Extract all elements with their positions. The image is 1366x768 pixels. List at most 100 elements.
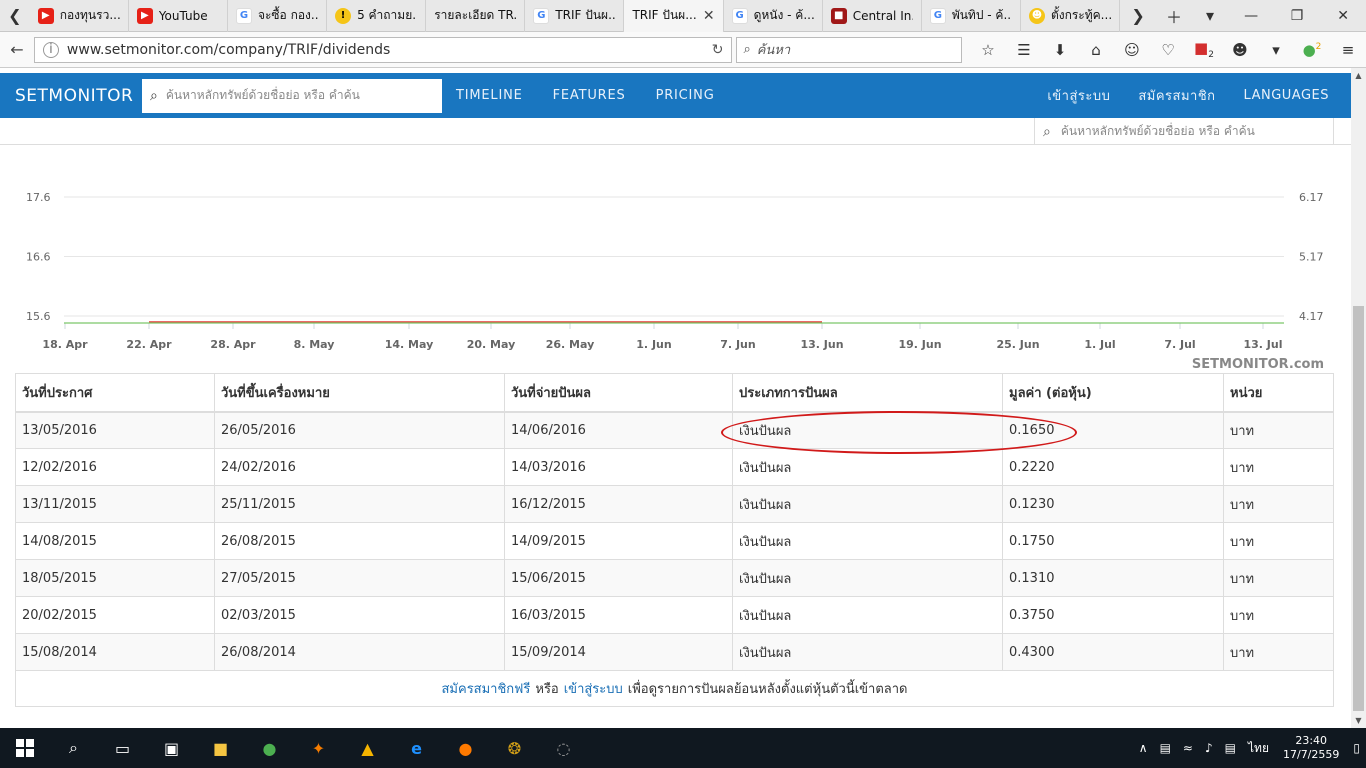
firefox-icon[interactable]: ● [441, 728, 490, 768]
restore-icon[interactable]: ❐ [1274, 8, 1320, 24]
pay-date-cell: 16/03/2015 [504, 596, 733, 634]
browser-tab[interactable]: G จะซื้อ กอง... [228, 0, 328, 32]
x-tick-label: 1. Jul [1084, 338, 1115, 351]
new-tab-icon[interactable]: ＋ [1156, 4, 1192, 28]
browser-tab[interactable]: ☻ ตั้งกระทู้ค... [1021, 0, 1121, 32]
garuda-app-icon[interactable]: ❂ [490, 728, 539, 768]
xd-date-cell: 24/02/2016 [214, 448, 505, 486]
dividend-type-cell: เงินปันผล [732, 448, 1003, 486]
action-center-icon[interactable]: ▯ [1347, 741, 1366, 755]
unit-cell: บาท [1223, 559, 1334, 597]
task-view-icon[interactable]: ▭ [98, 728, 147, 768]
nav-login[interactable]: เข้าสู่ระบบ [1047, 85, 1110, 106]
notification-icon[interactable]: ▤ [1219, 741, 1242, 755]
scroll-down-icon[interactable]: ▼ [1351, 713, 1366, 728]
avast-icon[interactable]: ✦ [294, 728, 343, 768]
browser-tab[interactable]: ▶ YouTube [129, 0, 228, 32]
extension-icon[interactable]: ●2 [1294, 41, 1330, 59]
youtube-icon: ▶ [136, 7, 153, 24]
value-cell: 0.1230 [1002, 485, 1224, 523]
tab-list-icon[interactable]: ▾ [1192, 6, 1228, 25]
browser-tab-active[interactable]: TRIF ปันผ... ✕ [624, 0, 724, 32]
signup-link[interactable]: สมัครสมาชิกฟรี [442, 678, 531, 699]
login-link[interactable]: เข้าสู่ระบบ [564, 678, 623, 699]
browser-tab[interactable]: รายละเอียด TR... [426, 0, 526, 32]
nav-pricing[interactable]: PRICING [656, 88, 715, 103]
wifi-icon[interactable]: ≈ [1177, 741, 1199, 755]
dividend-type-cell: เงินปันผล [732, 559, 1003, 597]
start-button[interactable] [0, 728, 49, 768]
scroll-thumb[interactable] [1353, 306, 1364, 711]
central-icon: ■ [830, 7, 847, 24]
minimize-icon[interactable]: — [1228, 8, 1274, 24]
nav-languages[interactable]: LANGUAGES [1244, 88, 1329, 103]
browser-search-input[interactable]: ⌕ ค้นหา [736, 36, 962, 63]
file-explorer-icon[interactable]: ■ [196, 728, 245, 768]
y-right-tick: 4.17 [1299, 310, 1324, 323]
pocket-icon[interactable]: ♡ [1150, 41, 1186, 59]
warning-app-icon[interactable]: ▲ [343, 728, 392, 768]
windows-logo-icon [15, 739, 34, 757]
bookmark-star-icon[interactable]: ☆ [970, 41, 1006, 59]
back-icon[interactable]: ← [0, 40, 34, 59]
col-unit: หน่วย [1223, 373, 1334, 413]
network-icon[interactable]: ▤ [1154, 741, 1177, 755]
pay-date-cell: 14/06/2016 [504, 411, 733, 449]
chrome-icon[interactable]: ● [245, 728, 294, 768]
close-tab-icon[interactable]: ✕ [703, 8, 715, 24]
download-icon[interactable]: ⬇ [1042, 41, 1078, 59]
unit-cell: บาท [1223, 485, 1334, 523]
menu-icon[interactable]: ≡ [1330, 41, 1366, 59]
pay-date-cell: 15/06/2015 [504, 559, 733, 597]
nav-timeline[interactable]: TIMELINE [456, 88, 523, 103]
edge-icon[interactable]: e [392, 728, 441, 768]
tab-scroll-right-icon[interactable]: ❯ [1120, 6, 1156, 25]
clock[interactable]: 23:40 17/7/2559 [1275, 734, 1347, 762]
browser-tab[interactable]: ▶ กองทุนรว... [30, 0, 129, 32]
tab-scroll-left-icon[interactable]: ❮ [0, 0, 30, 32]
search-icon[interactable]: ⌕ [49, 728, 98, 768]
url-bar[interactable]: i www.setmonitor.com/company/TRIF/divide… [33, 36, 733, 63]
close-window-icon[interactable]: ✕ [1320, 8, 1366, 24]
browser-tab[interactable]: G ดูหนัง - ค้... [724, 0, 823, 32]
browser-tab[interactable]: G พันทิป - ค้... [922, 0, 1021, 32]
circle-app-icon[interactable]: ◌ [539, 728, 588, 768]
browser-tab[interactable]: G TRIF ปันผ... [525, 0, 625, 32]
language-indicator[interactable]: ไทย [1242, 739, 1275, 758]
col-xd-date: วันที่ขึ้นเครื่องหมาย [214, 373, 505, 413]
signup-note: สมัครสมาชิกฟรี หรือ เข้าสู่ระบบ เพื่อดูร… [15, 671, 1334, 707]
page-scrollbar[interactable]: ▲ ▼ [1351, 68, 1366, 728]
nav-signup[interactable]: สมัครสมาชิก [1138, 85, 1215, 106]
col-pay-date: วันที่จ่ายปันผล [504, 373, 733, 413]
sub-search-input[interactable]: ⌕ ค้นหาหลักทรัพย์ด้วยชื่อย่อ หรือ คำค้น [1034, 118, 1334, 145]
reload-icon[interactable]: ↻ [712, 42, 724, 58]
value-cell: 0.3750 [1002, 596, 1224, 634]
browser-tab[interactable]: ! 5 คำถามย... [327, 0, 427, 32]
dividend-table: วันที่ประกาศ วันที่ขึ้นเครื่องหมาย วันที… [15, 373, 1334, 671]
monkey-addon-icon[interactable]: ☻ [1222, 41, 1258, 59]
url-text[interactable]: www.setmonitor.com/company/TRIF/dividend… [67, 42, 390, 58]
xd-date-cell: 27/05/2015 [214, 559, 505, 597]
browser-search-placeholder: ค้นหา [756, 43, 791, 58]
scroll-up-icon[interactable]: ▲ [1351, 68, 1366, 83]
info-icon[interactable]: i [42, 41, 59, 58]
store-icon[interactable]: ▣ [147, 728, 196, 768]
site-logo[interactable]: SETMONITOR [0, 86, 142, 106]
dividend-type-cell: เงินปันผล [732, 522, 1003, 560]
tray-chevron-icon[interactable]: ∧ [1133, 741, 1154, 755]
emoji-icon[interactable]: ☺ [1114, 41, 1150, 59]
reading-list-icon[interactable]: ☰ [1006, 41, 1042, 59]
x-tick-label: 18. Apr [42, 338, 88, 351]
home-icon[interactable]: ⌂ [1078, 41, 1114, 59]
site-search-input[interactable]: ⌕ ค้นหาหลักทรัพย์ด้วยชื่อย่อ หรือ คำค้น [142, 78, 442, 113]
google-icon: G [533, 7, 550, 24]
browser-tab[interactable]: ■Central In... [823, 0, 922, 32]
addon-menu-icon[interactable]: ▾ [1258, 41, 1294, 59]
pay-date-cell: 15/09/2014 [504, 633, 733, 671]
nav-features[interactable]: FEATURES [553, 88, 626, 103]
smiley-icon: ☻ [1028, 7, 1045, 24]
volume-icon[interactable]: ♪ [1199, 741, 1219, 755]
value-cell: 0.1650 [1002, 411, 1224, 449]
pdf-addon-icon[interactable]: ■2 [1186, 39, 1222, 60]
announce-date-cell: 13/05/2016 [15, 411, 215, 449]
